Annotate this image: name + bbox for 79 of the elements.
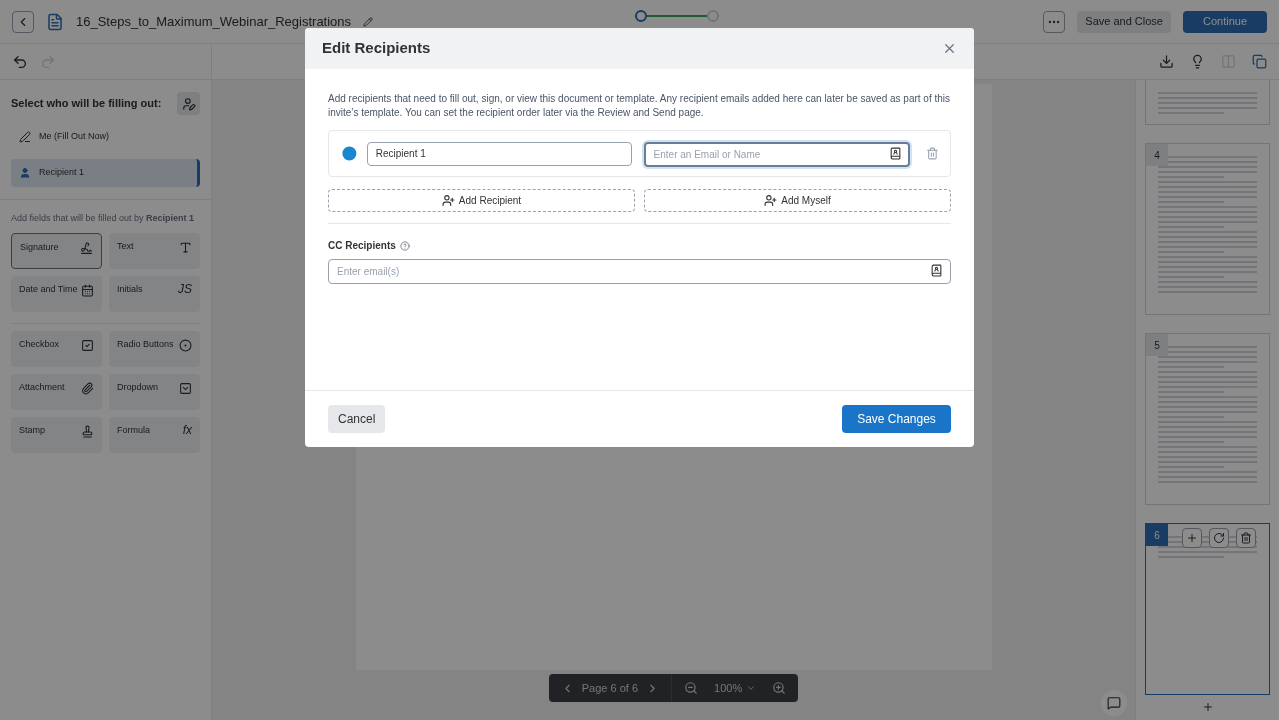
field-tile[interactable]: Radio Buttons: [109, 330, 200, 367]
pencil-icon[interactable]: [363, 16, 374, 27]
stamp-icon: [81, 424, 94, 438]
page-number: 6: [1146, 524, 1168, 546]
page-number: 5: [1146, 334, 1168, 356]
more-button[interactable]: [1043, 10, 1066, 33]
save-changes-button[interactable]: Save Changes: [842, 405, 951, 433]
page-thumbnail[interactable]: 5: [1145, 333, 1270, 505]
caret-icon: [746, 683, 757, 693]
cc-label: CC Recipients: [328, 239, 396, 253]
dialog-description: Add recipients that need to fill out, sign, or view this document or template. Any recipient emails added here can later be saved as part of this invite’s template. You can set the recipient order later via the Review and Send page.: [328, 92, 951, 120]
pen-icon: [19, 131, 31, 143]
add-recipient-button[interactable]: Add Recipient: [328, 189, 635, 212]
datetime-icon: [81, 283, 94, 297]
continue-button[interactable]: Continue: [1183, 10, 1267, 33]
recipient-name-field[interactable]: Recipient 1: [366, 141, 632, 166]
chat-button[interactable]: [1101, 690, 1127, 716]
field-tile[interactable]: Checkbox: [11, 330, 102, 367]
field-tile[interactable]: Attachment: [11, 373, 102, 410]
lightbulb-icon[interactable]: [1190, 54, 1205, 69]
rotate-page-button[interactable]: [1209, 528, 1229, 548]
cc-email-field[interactable]: Enter email(s): [328, 259, 951, 284]
add-page-icon[interactable]: [1201, 701, 1214, 713]
dialog-title: Edit Recipients: [322, 38, 431, 59]
back-button[interactable]: [12, 10, 34, 33]
zoom-in-icon[interactable]: [772, 681, 787, 695]
dropdown-icon: [179, 381, 192, 395]
page-indicator: Page 6 of 6: [581, 680, 639, 696]
progress-line: [647, 14, 708, 17]
signature-icon: [80, 241, 93, 255]
field-tile[interactable]: Stamp: [11, 416, 102, 453]
user-pen-icon: [181, 96, 196, 111]
signer-item[interactable]: Me (Fill Out Now): [11, 123, 200, 151]
document-title: 16_Steps_to_Maximum_Webinar_Registrations: [76, 12, 352, 31]
zoom-out-icon[interactable]: [684, 681, 699, 695]
save-close-button[interactable]: Save and Close: [1077, 10, 1171, 33]
trash-icon: [1240, 532, 1252, 544]
field-tile[interactable]: Date and Time: [11, 275, 102, 312]
pages-icon[interactable]: [1252, 54, 1267, 69]
checkbox-icon: [81, 338, 94, 352]
edit-recipients-button[interactable]: [177, 92, 200, 115]
add-myself-button[interactable]: Add Myself: [644, 189, 951, 212]
plus-icon: [1186, 532, 1198, 544]
field-tile[interactable]: Formula fx: [109, 416, 200, 453]
delete-page-button[interactable]: [1236, 528, 1256, 548]
sidebar-heading: Select who will be filling out:: [11, 96, 162, 112]
chat-icon: [1107, 696, 1121, 710]
text-icon: [179, 240, 192, 254]
download-icon[interactable]: [1159, 54, 1174, 69]
add-person-icon: [441, 194, 455, 207]
person-icon: [19, 167, 31, 179]
undo-icon[interactable]: [12, 53, 28, 70]
page-thumbnail[interactable]: 6: [1145, 523, 1270, 695]
initials-icon: JS: [178, 283, 192, 294]
page-thumbnail[interactable]: 4: [1145, 143, 1270, 315]
field-tile[interactable]: Signature: [11, 232, 102, 269]
zoom-select[interactable]: 100%: [714, 679, 757, 697]
recipient-avatar-icon: [340, 144, 359, 163]
attachment-icon: [81, 381, 94, 395]
add-page-button[interactable]: [1182, 528, 1202, 548]
close-icon: [942, 41, 957, 56]
cancel-button[interactable]: Cancel: [328, 405, 386, 433]
close-button[interactable]: [942, 41, 957, 56]
page-number: 4: [1146, 144, 1168, 166]
contacts-icon[interactable]: [930, 264, 943, 277]
field-tile[interactable]: Text: [109, 232, 200, 269]
signer-item[interactable]: Recipient 1: [11, 159, 200, 187]
recipient-email-field[interactable]: Enter an Email or Name: [643, 142, 911, 167]
add-person-icon: [764, 194, 778, 207]
delete-icon[interactable]: [926, 147, 939, 160]
field-tile[interactable]: Dropdown: [109, 373, 200, 410]
document-icon: [46, 12, 64, 31]
help-icon[interactable]: [399, 240, 410, 251]
field-tile[interactable]: Initials JS: [109, 275, 200, 312]
formula-icon: fx: [182, 424, 192, 435]
radio-icon: [179, 338, 192, 352]
contacts-icon[interactable]: [889, 147, 903, 160]
rotate-icon: [1213, 532, 1225, 544]
fields-hint: Add fields that will be filled out by Recipient 1: [11, 212, 196, 225]
